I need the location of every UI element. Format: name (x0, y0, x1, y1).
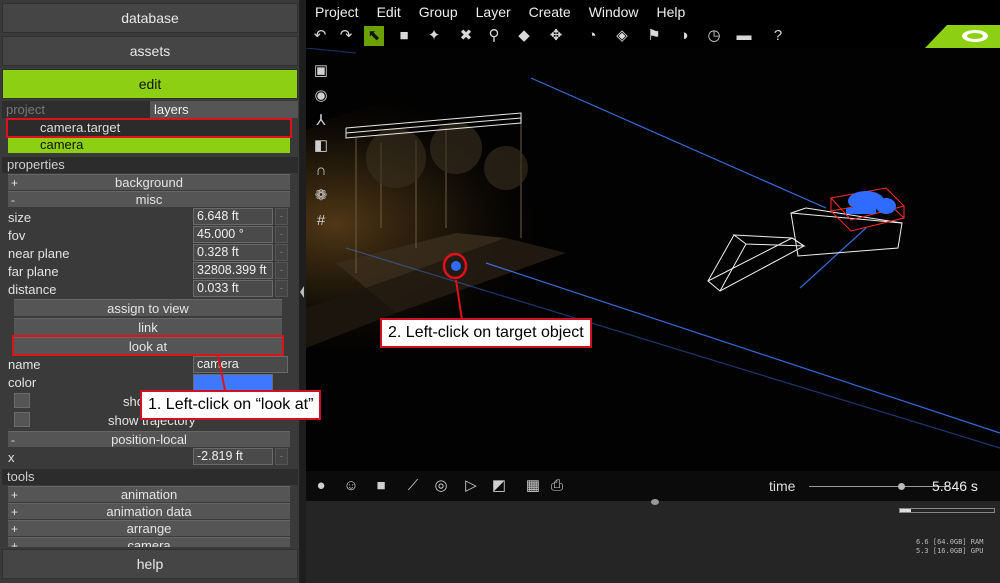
callout-step-1: 1. Left-click on “look at” (140, 390, 322, 420)
callout-leaders (217, 279, 463, 391)
callout-step-2: 2. Left-click on target object (380, 318, 592, 348)
